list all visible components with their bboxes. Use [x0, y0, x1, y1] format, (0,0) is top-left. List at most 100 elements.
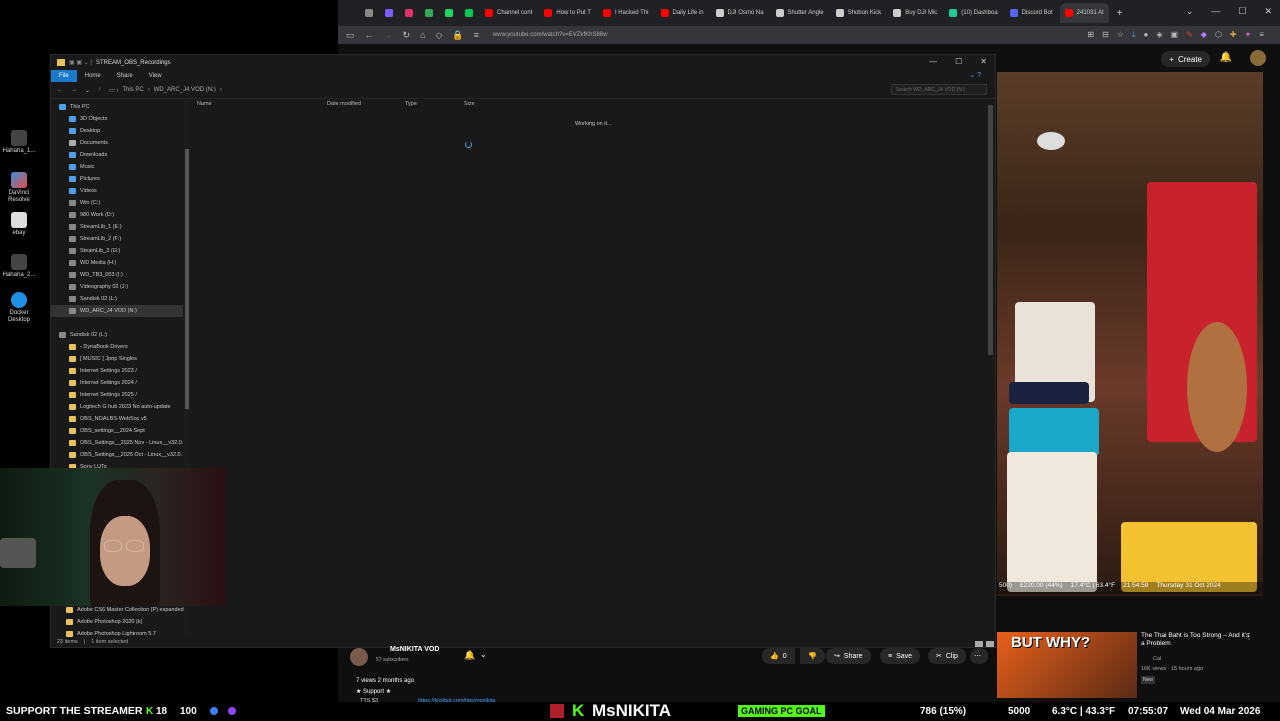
desktop-icon-hahaha1[interactable]: Hahaha_1...	[2, 130, 36, 155]
nav-item[interactable]: Music	[51, 161, 183, 173]
extension-icon[interactable]: ⊟	[1102, 30, 1109, 40]
browser-tab[interactable]	[460, 3, 478, 23]
extension-icon[interactable]: ⊞	[1087, 30, 1094, 40]
desktop-icon-docker[interactable]: Docker Desktop	[2, 292, 36, 323]
browser-tab[interactable]	[380, 3, 398, 23]
column-type[interactable]: Type	[405, 101, 464, 113]
nav-item[interactable]: Win (C:)	[51, 197, 183, 209]
notification-bell-icon[interactable]: 🔔	[464, 650, 475, 661]
channel-name[interactable]: MsNIKITA VOD	[390, 646, 439, 653]
shield-icon[interactable]: ◇	[436, 30, 443, 41]
help-icon[interactable]: ⌄ ?	[961, 71, 989, 79]
nav-item[interactable]: Sandisk 02 (L:)	[51, 329, 183, 341]
nav-item[interactable]: [ MUSIC ] Jpop Singles	[51, 353, 183, 365]
rec-thumbnail[interactable]: BUT WHY?	[997, 632, 1137, 698]
nav-item[interactable]: Documents	[51, 137, 183, 149]
browser-tab[interactable]: Buy DJI Mic	[888, 3, 942, 23]
browser-tab[interactable]: Shobon Kick	[831, 3, 887, 23]
desktop-icon-davinci[interactable]: DaVinci Resolve	[2, 172, 36, 203]
menu-icon[interactable]: ≡	[1259, 30, 1264, 40]
nav-item[interactable]: StreamLib_2 (F:)	[51, 233, 183, 245]
column-date-modified[interactable]: Date modified	[327, 101, 405, 113]
star-icon[interactable]: ☆	[1117, 30, 1124, 40]
rec-title[interactable]: The Thai Baht is Too Strong – And it's a…	[1141, 632, 1253, 649]
extension-icon[interactable]: ✚	[1230, 30, 1237, 40]
browser-tab[interactable]: (10) Dashboa	[944, 3, 1002, 23]
extension-icon[interactable]: ✎	[1186, 30, 1193, 40]
extension-icon[interactable]: ◆	[1201, 30, 1207, 40]
rec-channel[interactable]: Cal	[1153, 656, 1161, 662]
browser-tab[interactable]	[360, 3, 378, 23]
nav-item[interactable]: 980 Work (D:)	[51, 209, 183, 221]
nav-item[interactable]: Videos	[51, 185, 183, 197]
video-player[interactable]	[997, 72, 1263, 596]
browser-tab[interactable]: Channel cont	[480, 3, 537, 23]
nav-item[interactable]: Internet Settings 2023 /	[51, 365, 183, 377]
nav-item[interactable]: OBS_Settings__2025 Oct - Linux__v32.0.1	[51, 449, 183, 461]
recommended-video[interactable]: BUT WHY? The Thai Baht is Too Strong – A…	[997, 630, 1257, 700]
nav-item[interactable]: Videography 02 (J:)	[51, 281, 183, 293]
maximize-button[interactable]: ☐	[955, 57, 962, 66]
dislike-button[interactable]: 👎	[800, 648, 825, 664]
nav-item[interactable]: WD Media (H:)	[51, 257, 183, 269]
nav-item[interactable]: Adobe Photoshop 2020 (k)	[62, 616, 192, 628]
ribbon-tab-view[interactable]: View	[141, 73, 170, 79]
browser-tab[interactable]	[420, 3, 438, 23]
save-button[interactable]: ≡ Save	[880, 648, 921, 664]
nav-item[interactable]: OBS_NOALBS-WebSoc v5	[51, 413, 183, 425]
rec-more-icon[interactable]: ⋮	[1245, 632, 1253, 641]
nav-item[interactable]: 3D Objects	[51, 113, 183, 125]
nav-item[interactable]: Adobe CS6 Master Collection (P) expanded	[62, 604, 192, 616]
extension-icon[interactable]: ▣	[1171, 30, 1179, 40]
nav-item[interactable]: WD_TB3_003 (I:)	[51, 269, 183, 281]
nav-item[interactable]: StreamLib_1 (E:)	[51, 221, 183, 233]
bell-icon[interactable]: 🔔	[1220, 52, 1232, 63]
ribbon-tab-file[interactable]: File	[51, 70, 77, 82]
nav-item[interactable]: SteamLib_3 (G:)	[51, 245, 183, 257]
nav-item[interactable]: Downloads	[51, 149, 183, 161]
browser-tab[interactable]: How to Put T	[539, 3, 596, 23]
channel-avatar[interactable]	[350, 648, 368, 666]
browser-tab[interactable]	[400, 3, 418, 23]
nav-item[interactable]: OBS_Settings__2025 Nov - Linux__v32.0...	[51, 437, 183, 449]
forward-icon[interactable]: →	[384, 30, 393, 40]
content-scrollbar[interactable]	[988, 105, 993, 355]
download-icon[interactable]: ⤓	[1132, 30, 1136, 40]
nav-item[interactable]: Internet Settings 2024 /	[51, 377, 183, 389]
up-icon[interactable]: ↑	[98, 87, 101, 93]
column-name[interactable]: Name	[197, 101, 327, 113]
column-size[interactable]: Size	[464, 101, 504, 113]
browser-tab[interactable]: 241031 At	[1059, 3, 1109, 23]
extension-icon[interactable]: ✦	[1245, 30, 1252, 40]
browser-tab[interactable]: Discord Bot	[1005, 3, 1058, 23]
breadcrumb-item[interactable]: WD_ARC_J4 VOD (N:)	[154, 87, 216, 94]
extension-icon[interactable]: ⬡	[1215, 30, 1222, 40]
scrollbar-thumb[interactable]	[185, 149, 189, 409]
reload-icon[interactable]: ↻	[403, 30, 411, 41]
nav-item[interactable]: Pictures	[51, 173, 183, 185]
close-button[interactable]: ✕	[980, 57, 987, 66]
share-button[interactable]: ↪ Share	[826, 648, 871, 664]
sidebar-icon[interactable]: ▭	[346, 30, 355, 41]
nav-item[interactable]: OBS_settings__2024 Sept	[51, 425, 183, 437]
like-button[interactable]: 👍 0	[762, 648, 795, 664]
extension-icon[interactable]: ◈	[1156, 30, 1162, 40]
create-button[interactable]: + Create	[1161, 51, 1210, 67]
nav-item[interactable]: Desktop	[51, 125, 183, 137]
chevron-down-icon[interactable]: ⌄	[480, 650, 487, 659]
extension-icon[interactable]: ●	[1144, 30, 1149, 40]
back-icon[interactable]: ←	[365, 30, 374, 40]
maximize-button[interactable]: ☐	[1238, 6, 1246, 17]
nav-item[interactable]: WD_ARC_J4 VOD (N:)	[51, 305, 183, 317]
back-icon[interactable]: ←	[57, 87, 63, 93]
clip-button[interactable]: ✂ Clip	[928, 648, 966, 664]
quick-access-icons[interactable]: ▣ ▣ ⌄ |	[69, 59, 92, 66]
home-icon[interactable]: ⌂	[420, 30, 425, 40]
browser-tab[interactable]: Shutter Angle	[771, 3, 829, 23]
desktop-icon-hahaha2[interactable]: Hahaha_2...	[2, 254, 36, 279]
site-settings-icon[interactable]: ≡	[474, 30, 479, 40]
browser-tab[interactable]: DJI Osmo Na	[711, 3, 769, 23]
ribbon-tab-share[interactable]: Share	[109, 73, 141, 79]
nav-item[interactable]: - DynaBook Drivers	[51, 341, 183, 353]
browser-tab[interactable]	[440, 3, 458, 23]
